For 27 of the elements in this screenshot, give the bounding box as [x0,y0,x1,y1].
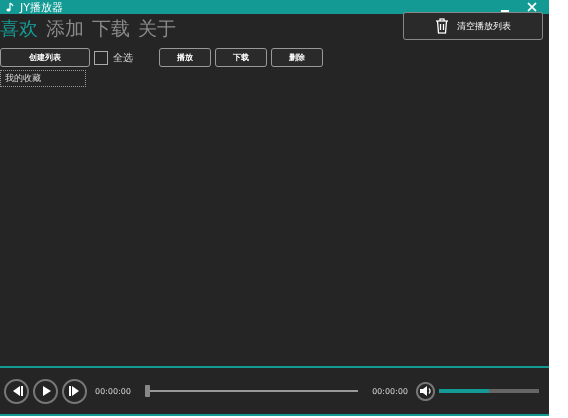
create-list-button[interactable]: 创建列表 [0,48,90,67]
trash-icon [435,18,449,34]
select-all-label: 全选 [113,52,133,64]
previous-button[interactable] [4,378,29,404]
select-all-checkbox[interactable] [94,50,108,64]
music-note-icon [6,2,14,12]
progress-slider[interactable] [144,385,358,397]
window-title: JY播放器 [20,2,63,12]
clear-playlist-button[interactable]: 清空播放列表 [403,12,543,40]
playlist-item[interactable]: 我的收藏 [0,70,86,87]
close-icon [527,2,537,12]
nav-tab[interactable]: 添加 [46,16,84,42]
elapsed-time: 00:00:00 [95,386,131,396]
minimize-icon [501,10,509,12]
action-button[interactable]: 播放 [159,48,211,67]
action-button[interactable]: 下载 [215,48,267,67]
nav-tab[interactable]: 下载 [92,16,130,42]
action-button[interactable]: 删除 [271,48,323,67]
duration-time: 00:00:00 [372,386,408,396]
skip-forward-icon [68,384,82,398]
nav-tab[interactable]: 喜欢 [0,16,38,42]
play-button[interactable] [33,378,58,404]
volume-button[interactable] [416,382,435,400]
next-button[interactable] [62,378,87,404]
volume-slider[interactable] [439,389,539,393]
nav-tab[interactable]: 关于 [138,16,176,42]
speaker-icon [418,384,432,398]
